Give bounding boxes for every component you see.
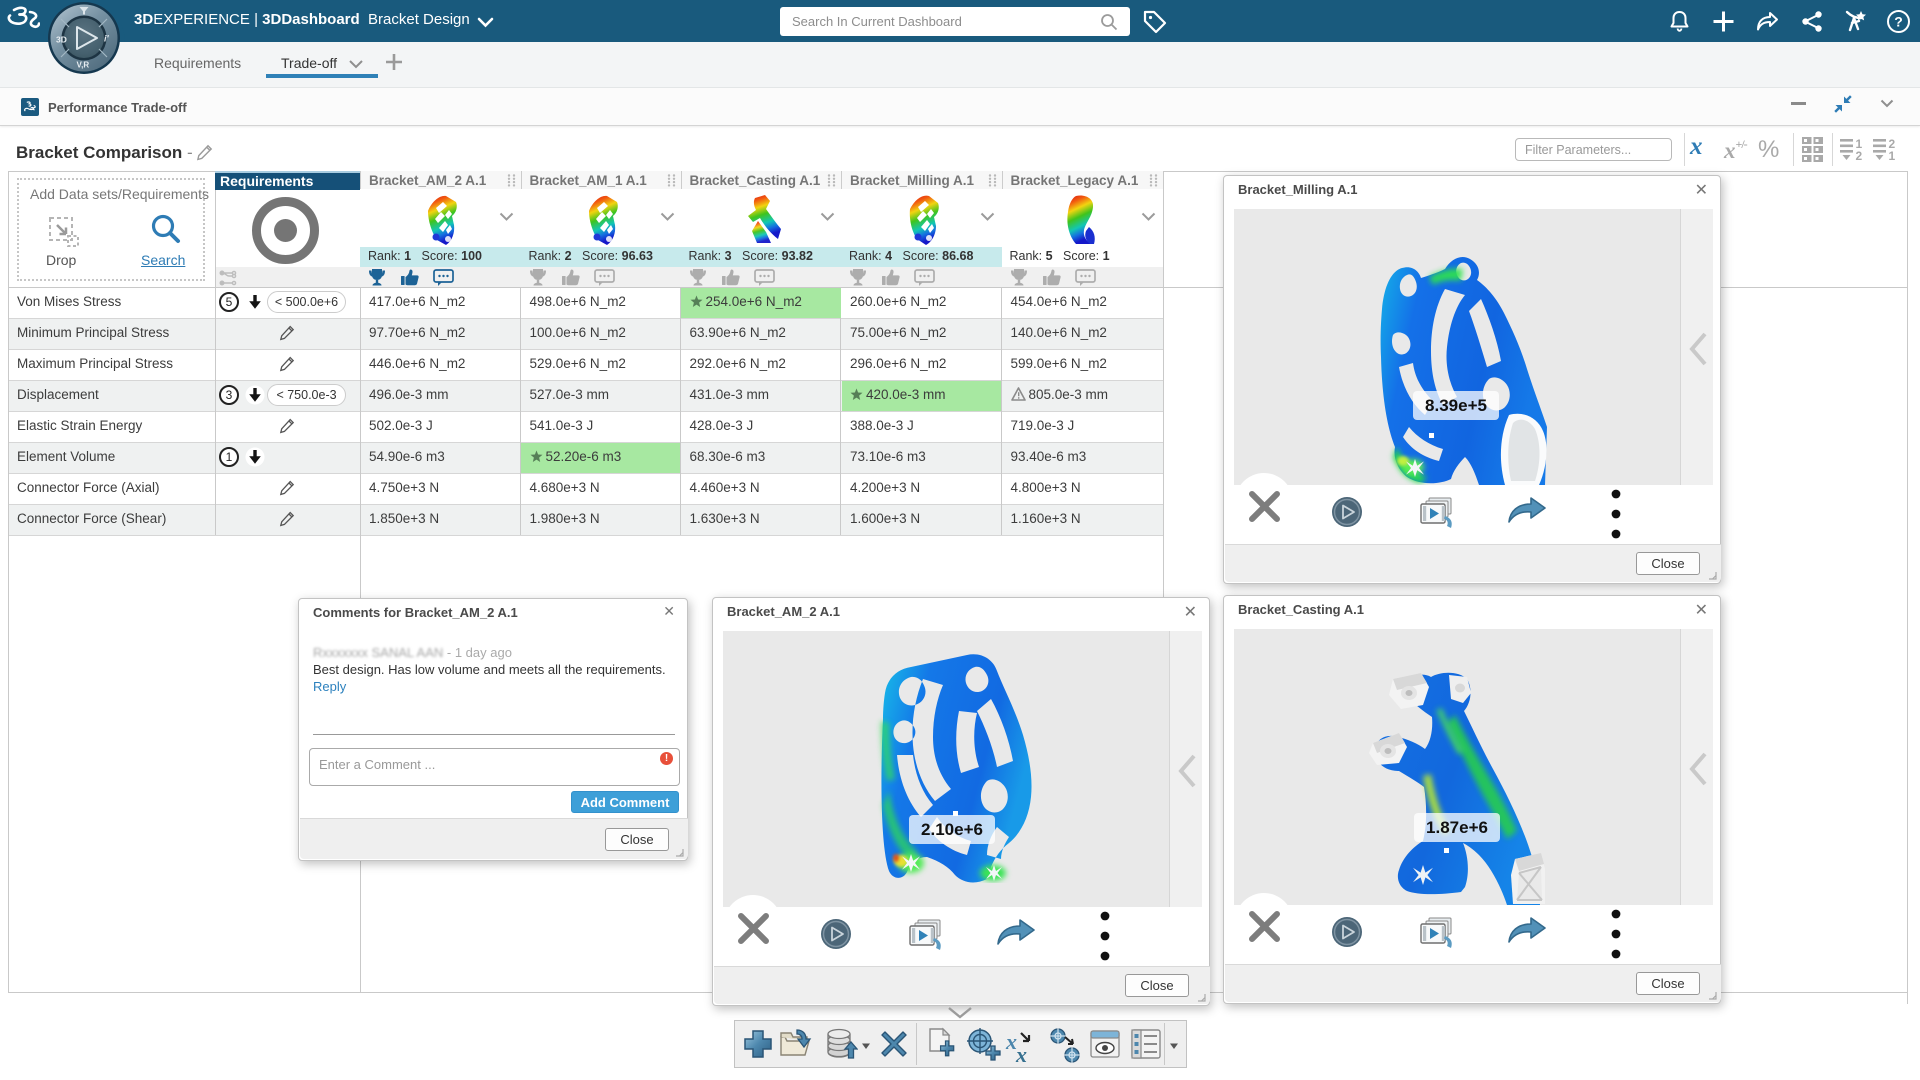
svg-text:2: 2 bbox=[1856, 149, 1863, 161]
svg-text:?: ? bbox=[1894, 14, 1903, 30]
svg-text:1: 1 bbox=[1889, 149, 1896, 161]
svg-text:3D: 3D bbox=[56, 35, 67, 45]
svg-text:V,R: V,R bbox=[77, 61, 90, 70]
